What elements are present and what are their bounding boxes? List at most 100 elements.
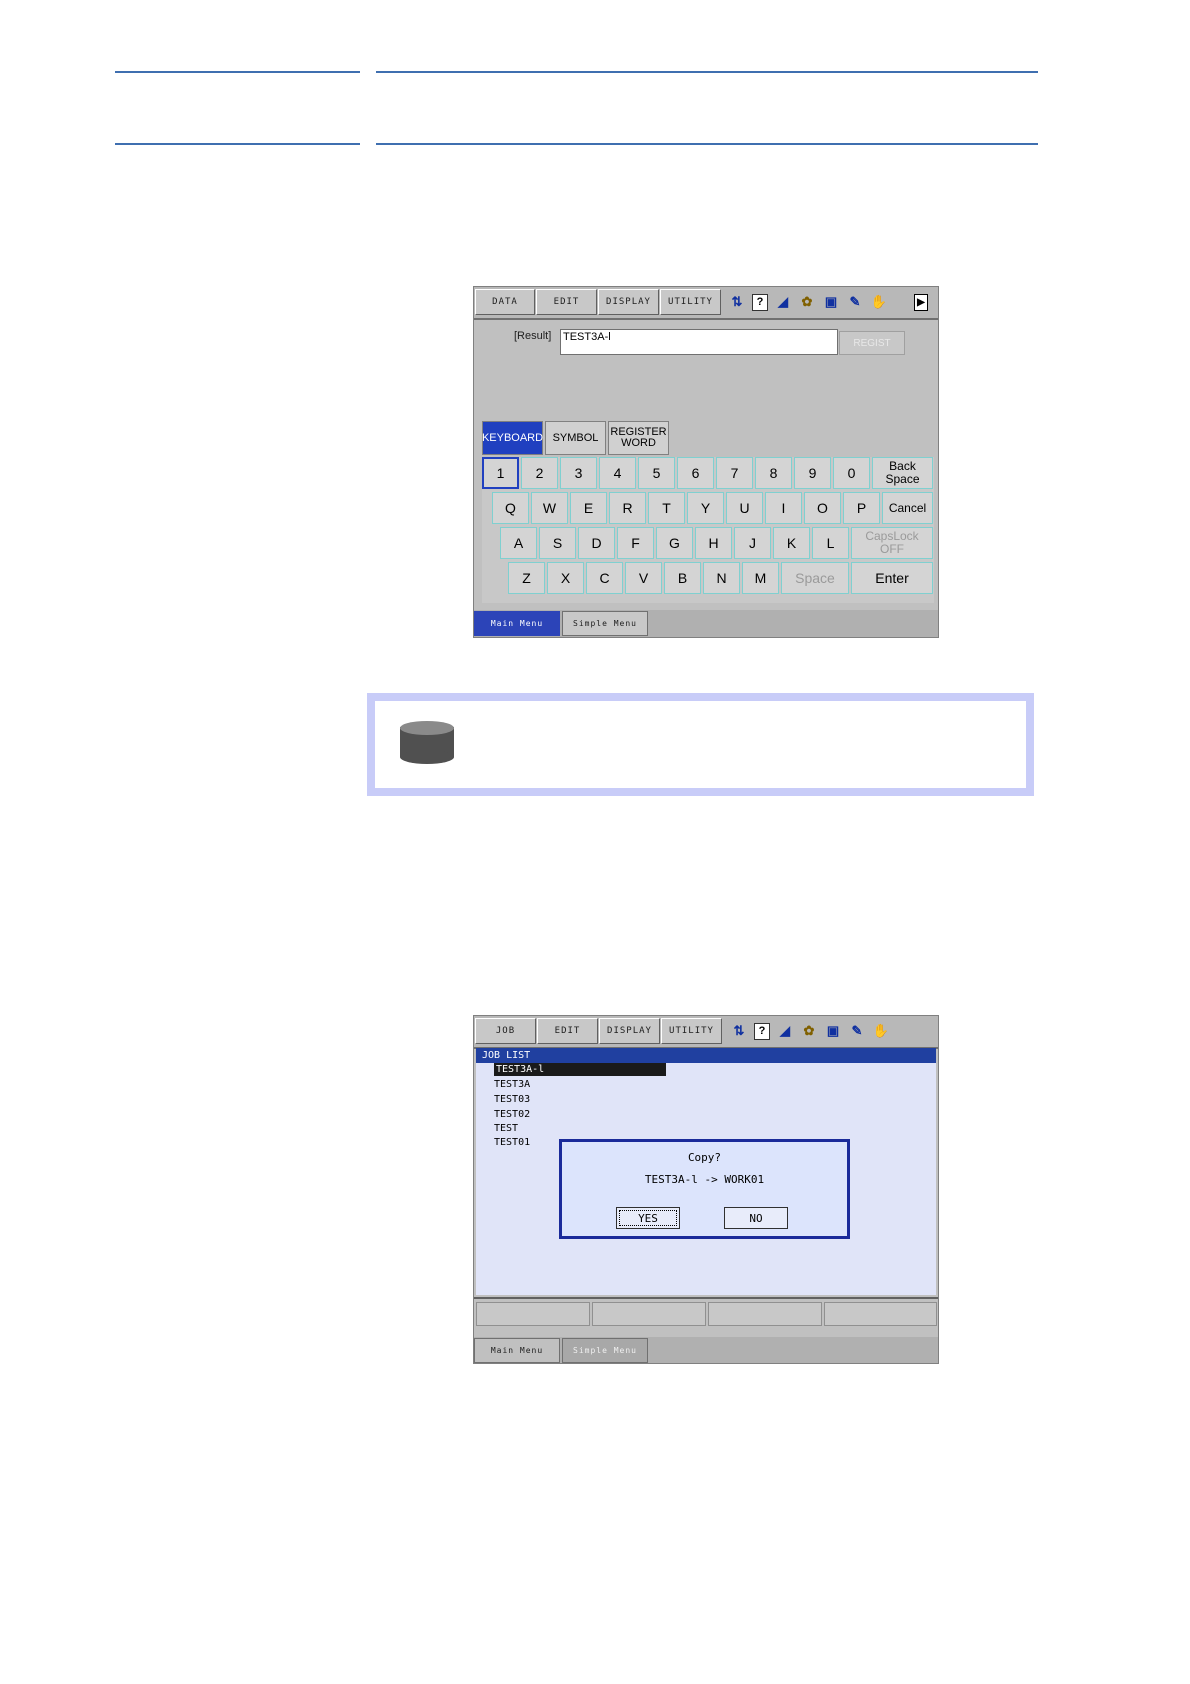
arrow-up-down-icon[interactable]: ⇅ [730,1022,748,1040]
key-1[interactable]: 1 [482,457,519,489]
key-cancel[interactable]: Cancel [882,492,933,524]
edit-icon[interactable]: ✎ [848,1022,866,1040]
hand-icon[interactable]: ✋ [870,293,888,311]
tab-keyboard[interactable]: KEYBOARD [482,421,543,455]
key-7[interactable]: 7 [716,457,753,489]
key-q[interactable]: Q [492,492,529,524]
header-rule-right-bottom [376,143,1038,145]
status-icons-2: ⇅ ? ◢ ✿ ▣ ✎ ✋ [724,1018,890,1044]
result-input[interactable]: TEST3A-l [560,329,838,355]
main-menu-button[interactable]: Main Menu [474,611,560,636]
key-8[interactable]: 8 [755,457,792,489]
cell-icon[interactable]: ▣ [824,1022,842,1040]
register-button[interactable]: REGIST [839,331,905,355]
key-s[interactable]: S [539,527,576,559]
simple-menu-button-2[interactable]: Simple Menu [562,1338,648,1363]
dialog-question: Copy? [687,1151,722,1164]
softkey-1[interactable] [476,1302,590,1326]
tab-register-word[interactable]: REGISTER WORD [608,421,669,455]
gear-icon[interactable]: ✿ [800,1022,818,1040]
play-icon[interactable]: ▶ [914,293,928,311]
key-y[interactable]: Y [687,492,724,524]
footer-bar: Main Menu Simple Menu [474,610,938,637]
key-j[interactable]: J [734,527,771,559]
key-backspace[interactable]: Back Space [872,457,933,489]
job-item[interactable]: TEST [494,1122,518,1135]
signal-icon[interactable]: ◢ [776,1022,794,1040]
key-h[interactable]: H [695,527,732,559]
header-rule-left-bottom [115,143,360,145]
simple-menu-button[interactable]: Simple Menu [562,611,648,636]
key-3[interactable]: 3 [560,457,597,489]
key-e[interactable]: E [570,492,607,524]
menu-display[interactable]: DISPLAY [598,289,659,315]
edit-icon[interactable]: ✎ [846,293,864,311]
arrow-up-down-icon[interactable]: ⇅ [728,293,746,311]
key-a[interactable]: A [500,527,537,559]
job-item-selected[interactable]: TEST3A-l [494,1063,666,1076]
dialog-detail: TEST3A-l -> WORK01 [644,1173,765,1186]
key-n[interactable]: N [703,562,740,594]
job-list-screen: JOB EDIT DISPLAY UTILITY ⇅ ? ◢ ✿ ▣ ✎ ✋ J… [473,1015,939,1364]
key-z[interactable]: Z [508,562,545,594]
key-capslock[interactable]: CapsLock OFF [851,527,933,559]
hand-icon[interactable]: ✋ [872,1022,890,1040]
key-o[interactable]: O [804,492,841,524]
key-d[interactable]: D [578,527,615,559]
key-x[interactable]: X [547,562,584,594]
job-item[interactable]: TEST02 [494,1108,530,1121]
key-w[interactable]: W [531,492,568,524]
key-b[interactable]: B [664,562,701,594]
tab-symbol[interactable]: SYMBOL [545,421,606,455]
key-space[interactable]: Space [781,562,849,594]
menu-data[interactable]: DATA [475,289,535,315]
key-r[interactable]: R [609,492,646,524]
menu-edit-2[interactable]: EDIT [537,1018,598,1044]
help-icon[interactable]: ? [752,293,768,311]
cell-icon[interactable]: ▣ [822,293,840,311]
key-u[interactable]: U [726,492,763,524]
database-icon [400,721,454,764]
softkey-4[interactable] [824,1302,937,1326]
key-t[interactable]: T [648,492,685,524]
key-4[interactable]: 4 [599,457,636,489]
key-5[interactable]: 5 [638,457,675,489]
menu-display-2[interactable]: DISPLAY [599,1018,660,1044]
key-c[interactable]: C [586,562,623,594]
no-button[interactable]: NO [724,1207,788,1229]
key-2[interactable]: 2 [521,457,558,489]
main-menu-button-2[interactable]: Main Menu [474,1338,560,1363]
menu-utility-2[interactable]: UTILITY [661,1018,722,1044]
key-0[interactable]: 0 [833,457,870,489]
job-item[interactable]: TEST01 [494,1136,530,1149]
job-item[interactable]: TEST03 [494,1093,530,1106]
keyboard-screen: DATA EDIT DISPLAY UTILITY ⇅ ? ◢ ✿ ▣ ✎ ✋ … [473,286,939,638]
job-item[interactable]: TEST3A [494,1078,530,1091]
softkey-2[interactable] [592,1302,706,1326]
signal-icon[interactable]: ◢ [774,293,792,311]
menu-job[interactable]: JOB [475,1018,536,1044]
key-v[interactable]: V [625,562,662,594]
menu-edit[interactable]: EDIT [536,289,597,315]
key-m[interactable]: M [742,562,779,594]
key-9[interactable]: 9 [794,457,831,489]
key-p[interactable]: P [843,492,880,524]
status-icons: ⇅ ? ◢ ✿ ▣ ✎ ✋ ▶ [722,289,928,315]
copy-dialog: Copy? TEST3A-l -> WORK01 YES NO [559,1139,850,1239]
key-6[interactable]: 6 [677,457,714,489]
menu-utility[interactable]: UTILITY [660,289,721,315]
key-l[interactable]: L [812,527,849,559]
menu-bar-2: JOB EDIT DISPLAY UTILITY ⇅ ? ◢ ✿ ▣ ✎ ✋ [474,1016,938,1049]
key-g[interactable]: G [656,527,693,559]
help-icon[interactable]: ? [754,1022,770,1040]
key-enter[interactable]: Enter [851,562,933,594]
softkey-3[interactable] [708,1302,822,1326]
job-list-title: JOB LIST [476,1048,936,1063]
key-k[interactable]: K [773,527,810,559]
header-rule-right-top [376,71,1038,73]
yes-button[interactable]: YES [616,1207,680,1229]
key-f[interactable]: F [617,527,654,559]
gear-icon[interactable]: ✿ [798,293,816,311]
header-rule-left-top [115,71,360,73]
key-i[interactable]: I [765,492,802,524]
